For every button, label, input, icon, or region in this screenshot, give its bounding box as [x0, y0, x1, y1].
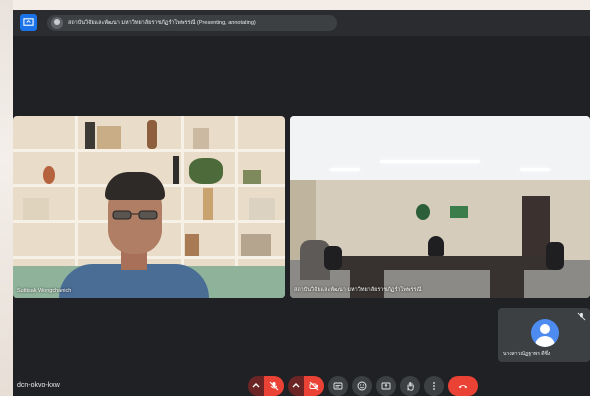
emoji-icon [357, 381, 367, 391]
meeting-code: dcn-okvo-kxw [17, 382, 60, 389]
presenter-chip[interactable]: สถาบันวิจัยและพัฒนา มหาวิทยาลัยราชภัฏรำไ… [47, 15, 337, 31]
camera-toggle-button[interactable] [304, 376, 324, 396]
emblem [416, 204, 430, 220]
leave-call-button[interactable] [448, 376, 478, 396]
glasses [112, 210, 158, 220]
captions-button[interactable] [328, 376, 348, 396]
present-screen-icon [381, 382, 391, 390]
participant-tile[interactable]: สถาบันวิจัยและพัฒนา มหาวิทยาลัยราชภัฏรำไ… [290, 116, 590, 298]
emoji-button[interactable] [352, 376, 372, 396]
participant-name: Suttisak Wongchanich [17, 288, 72, 294]
mic-options-button[interactable] [248, 376, 264, 396]
more-vert-icon [433, 382, 435, 390]
ceiling-light [520, 168, 550, 171]
raise-hand-button[interactable] [400, 376, 420, 396]
office-chair [546, 242, 564, 270]
captions-icon [333, 382, 343, 390]
camera-off-icon [309, 381, 319, 391]
mic-toggle-button[interactable] [264, 376, 284, 396]
mic-muted-icon [577, 312, 586, 321]
call-controls [248, 376, 478, 396]
present-icon[interactable] [20, 14, 37, 31]
presenter-avatar [51, 17, 63, 29]
ceiling-light [330, 168, 360, 171]
user-avatar-icon [531, 319, 559, 347]
conference-table [490, 270, 524, 298]
self-view-tile[interactable]: นางสาวณัฏฐาพร ดีซึ่ง [498, 308, 590, 362]
call-end-icon [458, 385, 468, 389]
participant-tile[interactable]: Suttisak Wongchanich [13, 116, 285, 298]
chevron-up-icon [292, 383, 300, 388]
mic-control-group [248, 376, 284, 396]
camera-control-group [288, 376, 324, 396]
background-edge [0, 0, 13, 396]
ceiling-light [380, 160, 480, 163]
flag [450, 206, 468, 218]
office-chair [324, 246, 342, 270]
camera-options-button[interactable] [288, 376, 304, 396]
top-bar: สถาบันวิจัยและพัฒนา มหาวิทยาลัยราชภัฏรำไ… [13, 10, 590, 36]
hand-icon [407, 382, 414, 391]
conference-table [330, 256, 550, 270]
present-screen-button[interactable] [376, 376, 396, 396]
person-seated [428, 236, 444, 256]
mic-off-icon [269, 381, 279, 391]
meet-window: สถาบันวิจัยและพัฒนา มหาวิทยาลัยราชภัฏรำไ… [13, 10, 590, 396]
participant-hair [105, 172, 165, 200]
chevron-up-icon [252, 383, 260, 388]
more-options-button[interactable] [424, 376, 444, 396]
participant-name: สถาบันวิจัยและพัฒนา มหาวิทยาลัยราชภัฏรำไ… [294, 287, 422, 293]
presenter-label: สถาบันวิจัยและพัฒนา มหาวิทยาลัยราชภัฏรำไ… [68, 20, 256, 26]
self-name: นางสาวณัฏฐาพร ดีซึ่ง [503, 351, 551, 357]
